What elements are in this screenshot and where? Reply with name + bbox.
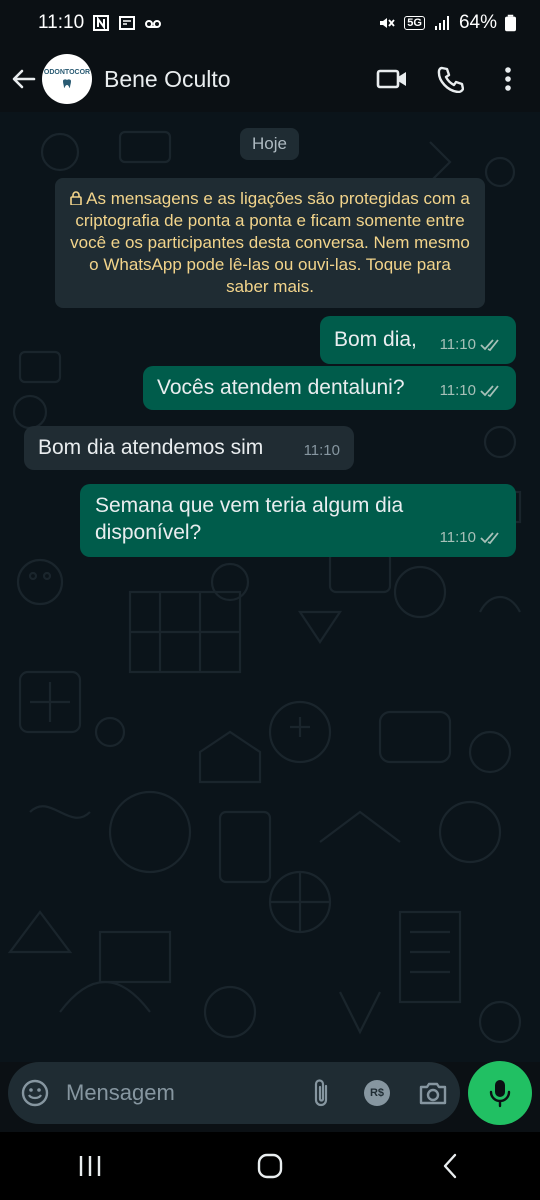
tooth-icon — [63, 78, 71, 88]
read-ticks-icon — [480, 384, 499, 397]
message-bubble-incoming[interactable]: Bom dia atendemos sim 11:10 — [24, 426, 354, 470]
message-time: 11:10 — [439, 529, 476, 546]
date-label: Hoje — [252, 134, 287, 153]
signal-icon — [434, 16, 449, 30]
mic-button[interactable] — [468, 1061, 532, 1125]
mic-icon — [489, 1080, 511, 1108]
date-separator: Hoje — [240, 128, 299, 160]
message-bubble-outgoing[interactable]: Semana que vem teria algum dia disponíve… — [80, 484, 516, 557]
camera-icon — [419, 1082, 447, 1105]
read-ticks-icon — [480, 531, 499, 544]
message-text: Bom dia, — [334, 328, 417, 351]
attach-icon — [314, 1079, 328, 1107]
status-bar: 11:10 5G 64% — [0, 0, 540, 46]
mute-icon — [380, 18, 395, 28]
network-label: 5G — [404, 16, 425, 30]
attach-button[interactable] — [306, 1078, 336, 1108]
n-icon — [93, 15, 110, 31]
nav-back-icon — [443, 1153, 457, 1179]
camera-button[interactable] — [418, 1078, 448, 1108]
avatar[interactable]: ODONTOCOR — [42, 54, 92, 104]
encryption-text: As mensagens e as ligações são protegida… — [70, 189, 470, 296]
message-time: 11:10 — [439, 336, 476, 353]
recents-button[interactable] — [60, 1136, 120, 1196]
phone-icon — [437, 66, 464, 93]
video-call-icon — [376, 69, 406, 89]
message-time: 11:10 — [439, 382, 476, 399]
message-meta: 11:10 — [440, 331, 502, 358]
lock-icon — [70, 191, 82, 205]
message-text: Vocês atendem dentaluni? — [157, 376, 405, 399]
message-bubble-outgoing[interactable]: Bom dia, 11:10 — [320, 316, 516, 364]
news-icon — [119, 16, 136, 30]
message-input[interactable] — [64, 1079, 296, 1107]
video-call-button[interactable] — [370, 57, 414, 101]
message-meta: 11:10 — [304, 437, 340, 464]
emoji-button[interactable] — [20, 1078, 50, 1108]
message-time: 11:10 — [303, 442, 340, 459]
home-button[interactable] — [240, 1136, 300, 1196]
chat-area[interactable]: Hoje As mensagens e as ligações são prot… — [0, 112, 540, 1062]
emoji-icon — [21, 1079, 49, 1107]
message-composer: R$ — [8, 1062, 460, 1124]
system-nav-bar — [0, 1132, 540, 1200]
more-icon — [505, 67, 511, 91]
message-bubble-outgoing[interactable]: Vocês atendem dentaluni? 11:10 — [143, 366, 516, 410]
message-text: Bom dia atendemos sim — [38, 436, 264, 459]
payment-icon: R$ — [364, 1080, 390, 1106]
back-arrow-icon[interactable] — [10, 65, 38, 93]
payment-button[interactable]: R$ — [362, 1078, 392, 1108]
more-options-button[interactable] — [486, 57, 530, 101]
back-button[interactable] — [420, 1136, 480, 1196]
message-meta: 11:10 — [440, 524, 502, 551]
message-text: Semana que vem teria algum dia disponíve… — [95, 494, 404, 544]
payment-label: R$ — [369, 1087, 385, 1099]
chat-header: ODONTOCOR Bene Oculto — [0, 46, 540, 112]
home-icon — [257, 1153, 283, 1179]
encryption-notice[interactable]: As mensagens e as ligações são protegida… — [55, 178, 485, 308]
avatar-logo-text: ODONTOCOR — [43, 68, 91, 76]
battery-icon — [505, 14, 516, 32]
status-time: 11:10 — [38, 12, 85, 33]
recents-icon — [79, 1156, 101, 1176]
read-ticks-icon — [480, 338, 499, 351]
contact-name[interactable]: Bene Oculto — [104, 66, 356, 93]
message-meta: 11:10 — [440, 377, 502, 404]
voice-call-button[interactable] — [428, 57, 472, 101]
voicemail-icon — [145, 20, 162, 28]
battery-percent: 64% — [458, 12, 497, 33]
